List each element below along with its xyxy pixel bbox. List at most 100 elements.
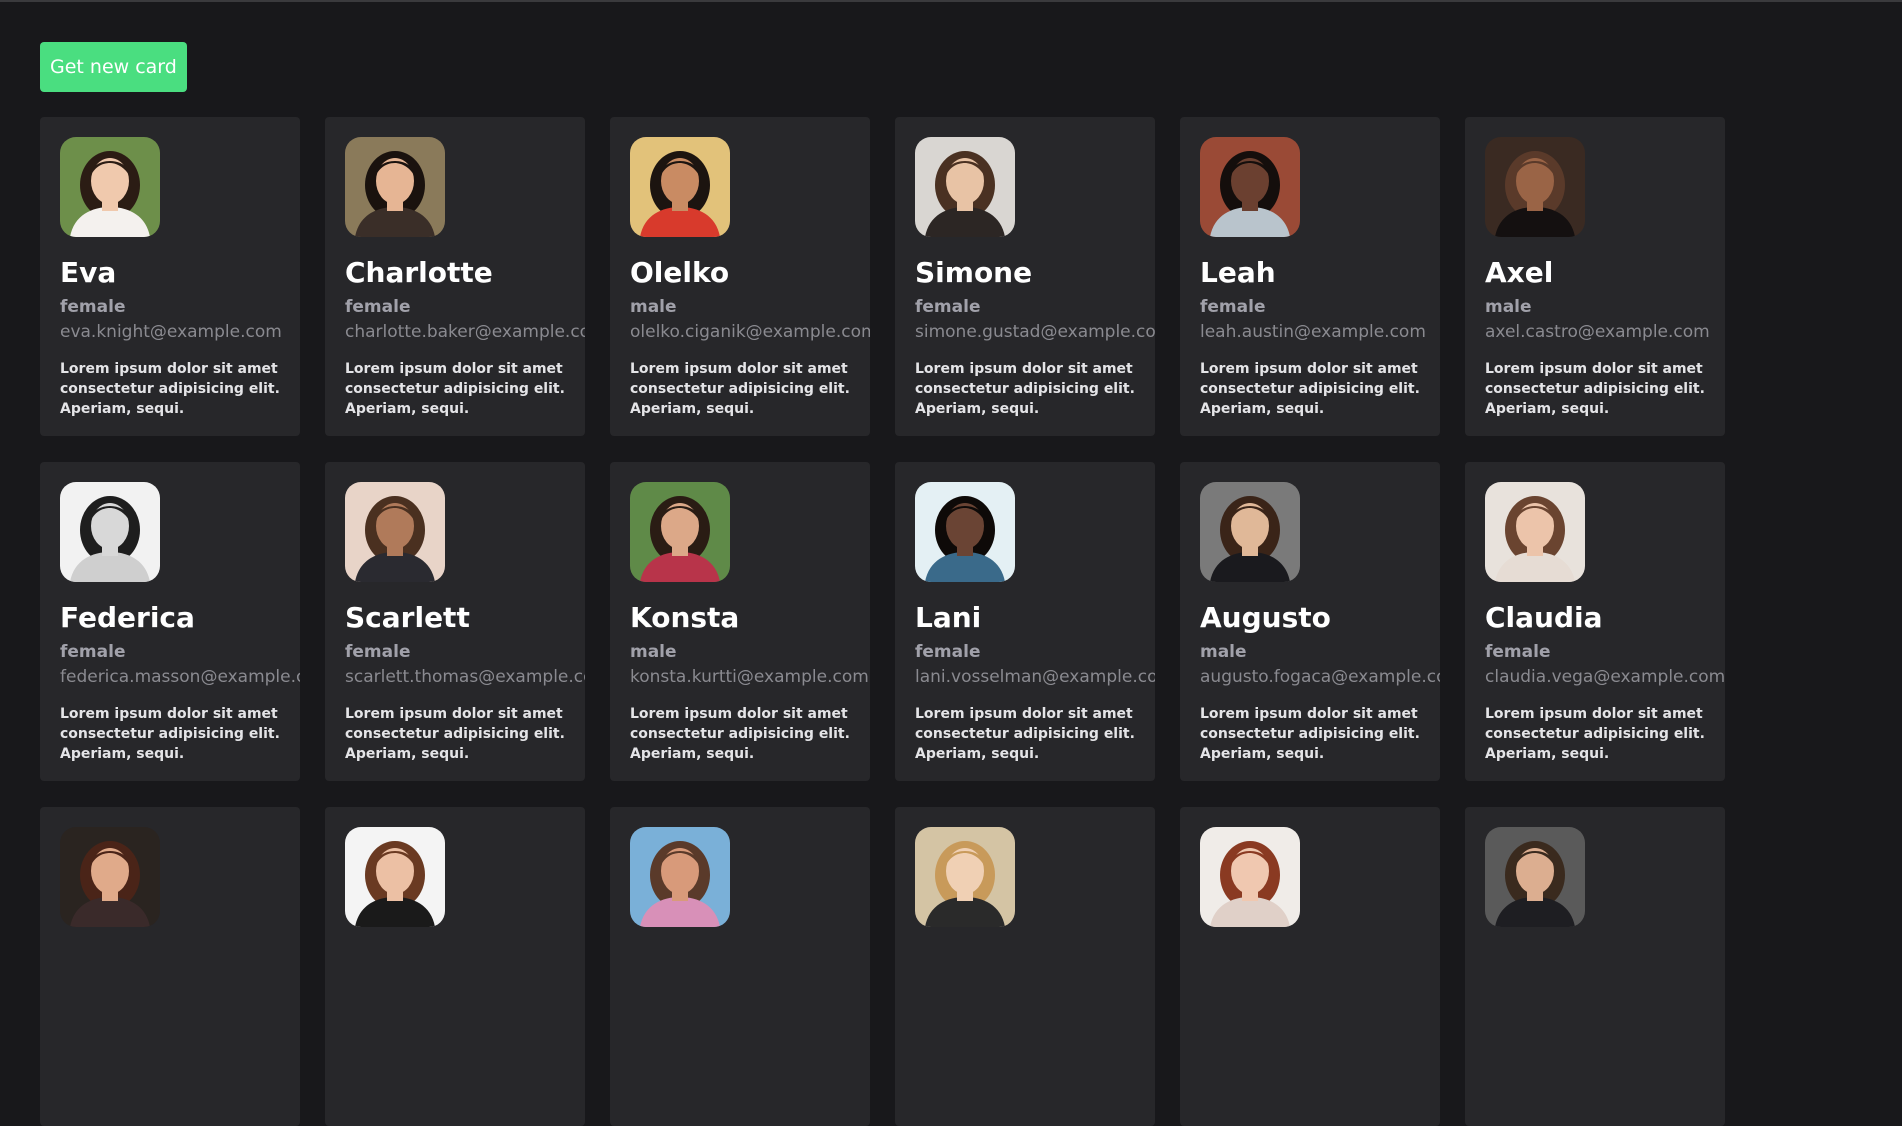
user-description: Lorem ipsum dolor sit amet consectetur a… xyxy=(1200,706,1420,762)
user-card: Charlotte female charlotte.baker@example… xyxy=(325,117,585,436)
user-name: Claudia xyxy=(1485,601,1603,634)
user-card: Federica female federica.masson@example.… xyxy=(40,462,300,781)
user-name: Augusto xyxy=(1200,601,1331,634)
card-grid: Eva female eva.knight@example.com Lorem … xyxy=(40,117,1740,1126)
user-card: Augusto male augusto.fogaca@example.com … xyxy=(1180,462,1440,781)
window-top-border xyxy=(0,0,1902,2)
avatar xyxy=(915,482,1015,582)
avatar-photo xyxy=(60,137,160,237)
user-gender: male xyxy=(630,642,677,662)
user-gender: female xyxy=(915,642,981,662)
avatar xyxy=(915,827,1015,927)
user-description: Lorem ipsum dolor sit amet consectetur a… xyxy=(1200,361,1420,417)
avatar xyxy=(630,137,730,237)
avatar xyxy=(1485,137,1585,237)
user-email: olelko.ciganik@example.com xyxy=(630,322,870,342)
user-name: Konsta xyxy=(630,601,740,634)
avatar-photo xyxy=(60,482,160,582)
avatar-photo xyxy=(1485,137,1585,237)
user-name: Olelko xyxy=(630,256,730,289)
avatar xyxy=(60,827,160,927)
user-name: Eva xyxy=(60,256,117,289)
user-description: Lorem ipsum dolor sit amet consectetur a… xyxy=(60,706,280,762)
avatar-photo xyxy=(630,827,730,927)
user-gender: male xyxy=(1200,642,1247,662)
avatar xyxy=(345,137,445,237)
user-email: lani.vosselman@example.com xyxy=(915,667,1155,687)
avatar-photo xyxy=(60,827,160,927)
avatar-photo xyxy=(915,137,1015,237)
user-card: Eva female eva.knight@example.com Lorem … xyxy=(40,117,300,436)
avatar xyxy=(345,827,445,927)
user-gender: female xyxy=(1200,297,1266,317)
user-gender: male xyxy=(630,297,677,317)
avatar-photo xyxy=(345,827,445,927)
avatar xyxy=(345,482,445,582)
user-email: scarlett.thomas@example.com xyxy=(345,667,585,687)
user-email: konsta.kurtti@example.com xyxy=(630,667,869,687)
user-email: federica.masson@example.com xyxy=(60,667,300,687)
avatar-photo xyxy=(630,137,730,237)
user-description: Lorem ipsum dolor sit amet consectetur a… xyxy=(915,706,1135,762)
avatar-photo xyxy=(1200,482,1300,582)
user-card: Leah female leah.austin@example.com Lore… xyxy=(1180,117,1440,436)
get-new-card-button[interactable]: Get new card xyxy=(40,42,187,92)
user-email: eva.knight@example.com xyxy=(60,322,282,342)
user-email: claudia.vega@example.com xyxy=(1485,667,1725,687)
avatar-photo xyxy=(345,482,445,582)
avatar xyxy=(1485,827,1585,927)
user-card xyxy=(325,807,585,1126)
user-card xyxy=(1465,807,1725,1126)
avatar xyxy=(630,482,730,582)
user-card xyxy=(1180,807,1440,1126)
user-card: Simone female simone.gustad@example.com … xyxy=(895,117,1155,436)
user-name: Federica xyxy=(60,601,195,634)
user-description: Lorem ipsum dolor sit amet consectetur a… xyxy=(345,361,565,417)
user-card: Claudia female claudia.vega@example.com … xyxy=(1465,462,1725,781)
user-gender: female xyxy=(1485,642,1551,662)
avatar-photo xyxy=(1200,827,1300,927)
user-card xyxy=(895,807,1155,1126)
user-gender: female xyxy=(60,297,126,317)
avatar xyxy=(1200,482,1300,582)
user-gender: female xyxy=(345,297,411,317)
avatar-photo xyxy=(345,137,445,237)
user-gender: female xyxy=(60,642,126,662)
avatar xyxy=(60,137,160,237)
user-card: Konsta male konsta.kurtti@example.com Lo… xyxy=(610,462,870,781)
avatar xyxy=(915,137,1015,237)
avatar xyxy=(1200,827,1300,927)
user-email: simone.gustad@example.com xyxy=(915,322,1155,342)
user-email: leah.austin@example.com xyxy=(1200,322,1426,342)
user-name: Lani xyxy=(915,601,982,634)
user-card: Scarlett female scarlett.thomas@example.… xyxy=(325,462,585,781)
avatar xyxy=(60,482,160,582)
user-description: Lorem ipsum dolor sit amet consectetur a… xyxy=(1485,706,1705,762)
user-name: Axel xyxy=(1485,256,1554,289)
user-name: Charlotte xyxy=(345,256,493,289)
avatar-photo xyxy=(915,482,1015,582)
user-card: Olelko male olelko.ciganik@example.com L… xyxy=(610,117,870,436)
user-email: axel.castro@example.com xyxy=(1485,322,1710,342)
user-description: Lorem ipsum dolor sit amet consectetur a… xyxy=(60,361,280,417)
user-card xyxy=(40,807,300,1126)
user-gender: male xyxy=(1485,297,1532,317)
avatar-photo xyxy=(915,827,1015,927)
user-card: Lani female lani.vosselman@example.com L… xyxy=(895,462,1155,781)
avatar xyxy=(1485,482,1585,582)
user-name: Scarlett xyxy=(345,601,470,634)
user-description: Lorem ipsum dolor sit amet consectetur a… xyxy=(630,361,850,417)
user-email: augusto.fogaca@example.com xyxy=(1200,667,1440,687)
avatar-photo xyxy=(1485,482,1585,582)
user-card: Axel male axel.castro@example.com Lorem … xyxy=(1465,117,1725,436)
avatar-photo xyxy=(1485,827,1585,927)
user-gender: female xyxy=(915,297,981,317)
avatar-photo xyxy=(1200,137,1300,237)
user-name: Simone xyxy=(915,256,1033,289)
user-description: Lorem ipsum dolor sit amet consectetur a… xyxy=(345,706,565,762)
user-name: Leah xyxy=(1200,256,1276,289)
user-gender: female xyxy=(345,642,411,662)
user-description: Lorem ipsum dolor sit amet consectetur a… xyxy=(915,361,1135,417)
avatar xyxy=(630,827,730,927)
user-card xyxy=(610,807,870,1126)
